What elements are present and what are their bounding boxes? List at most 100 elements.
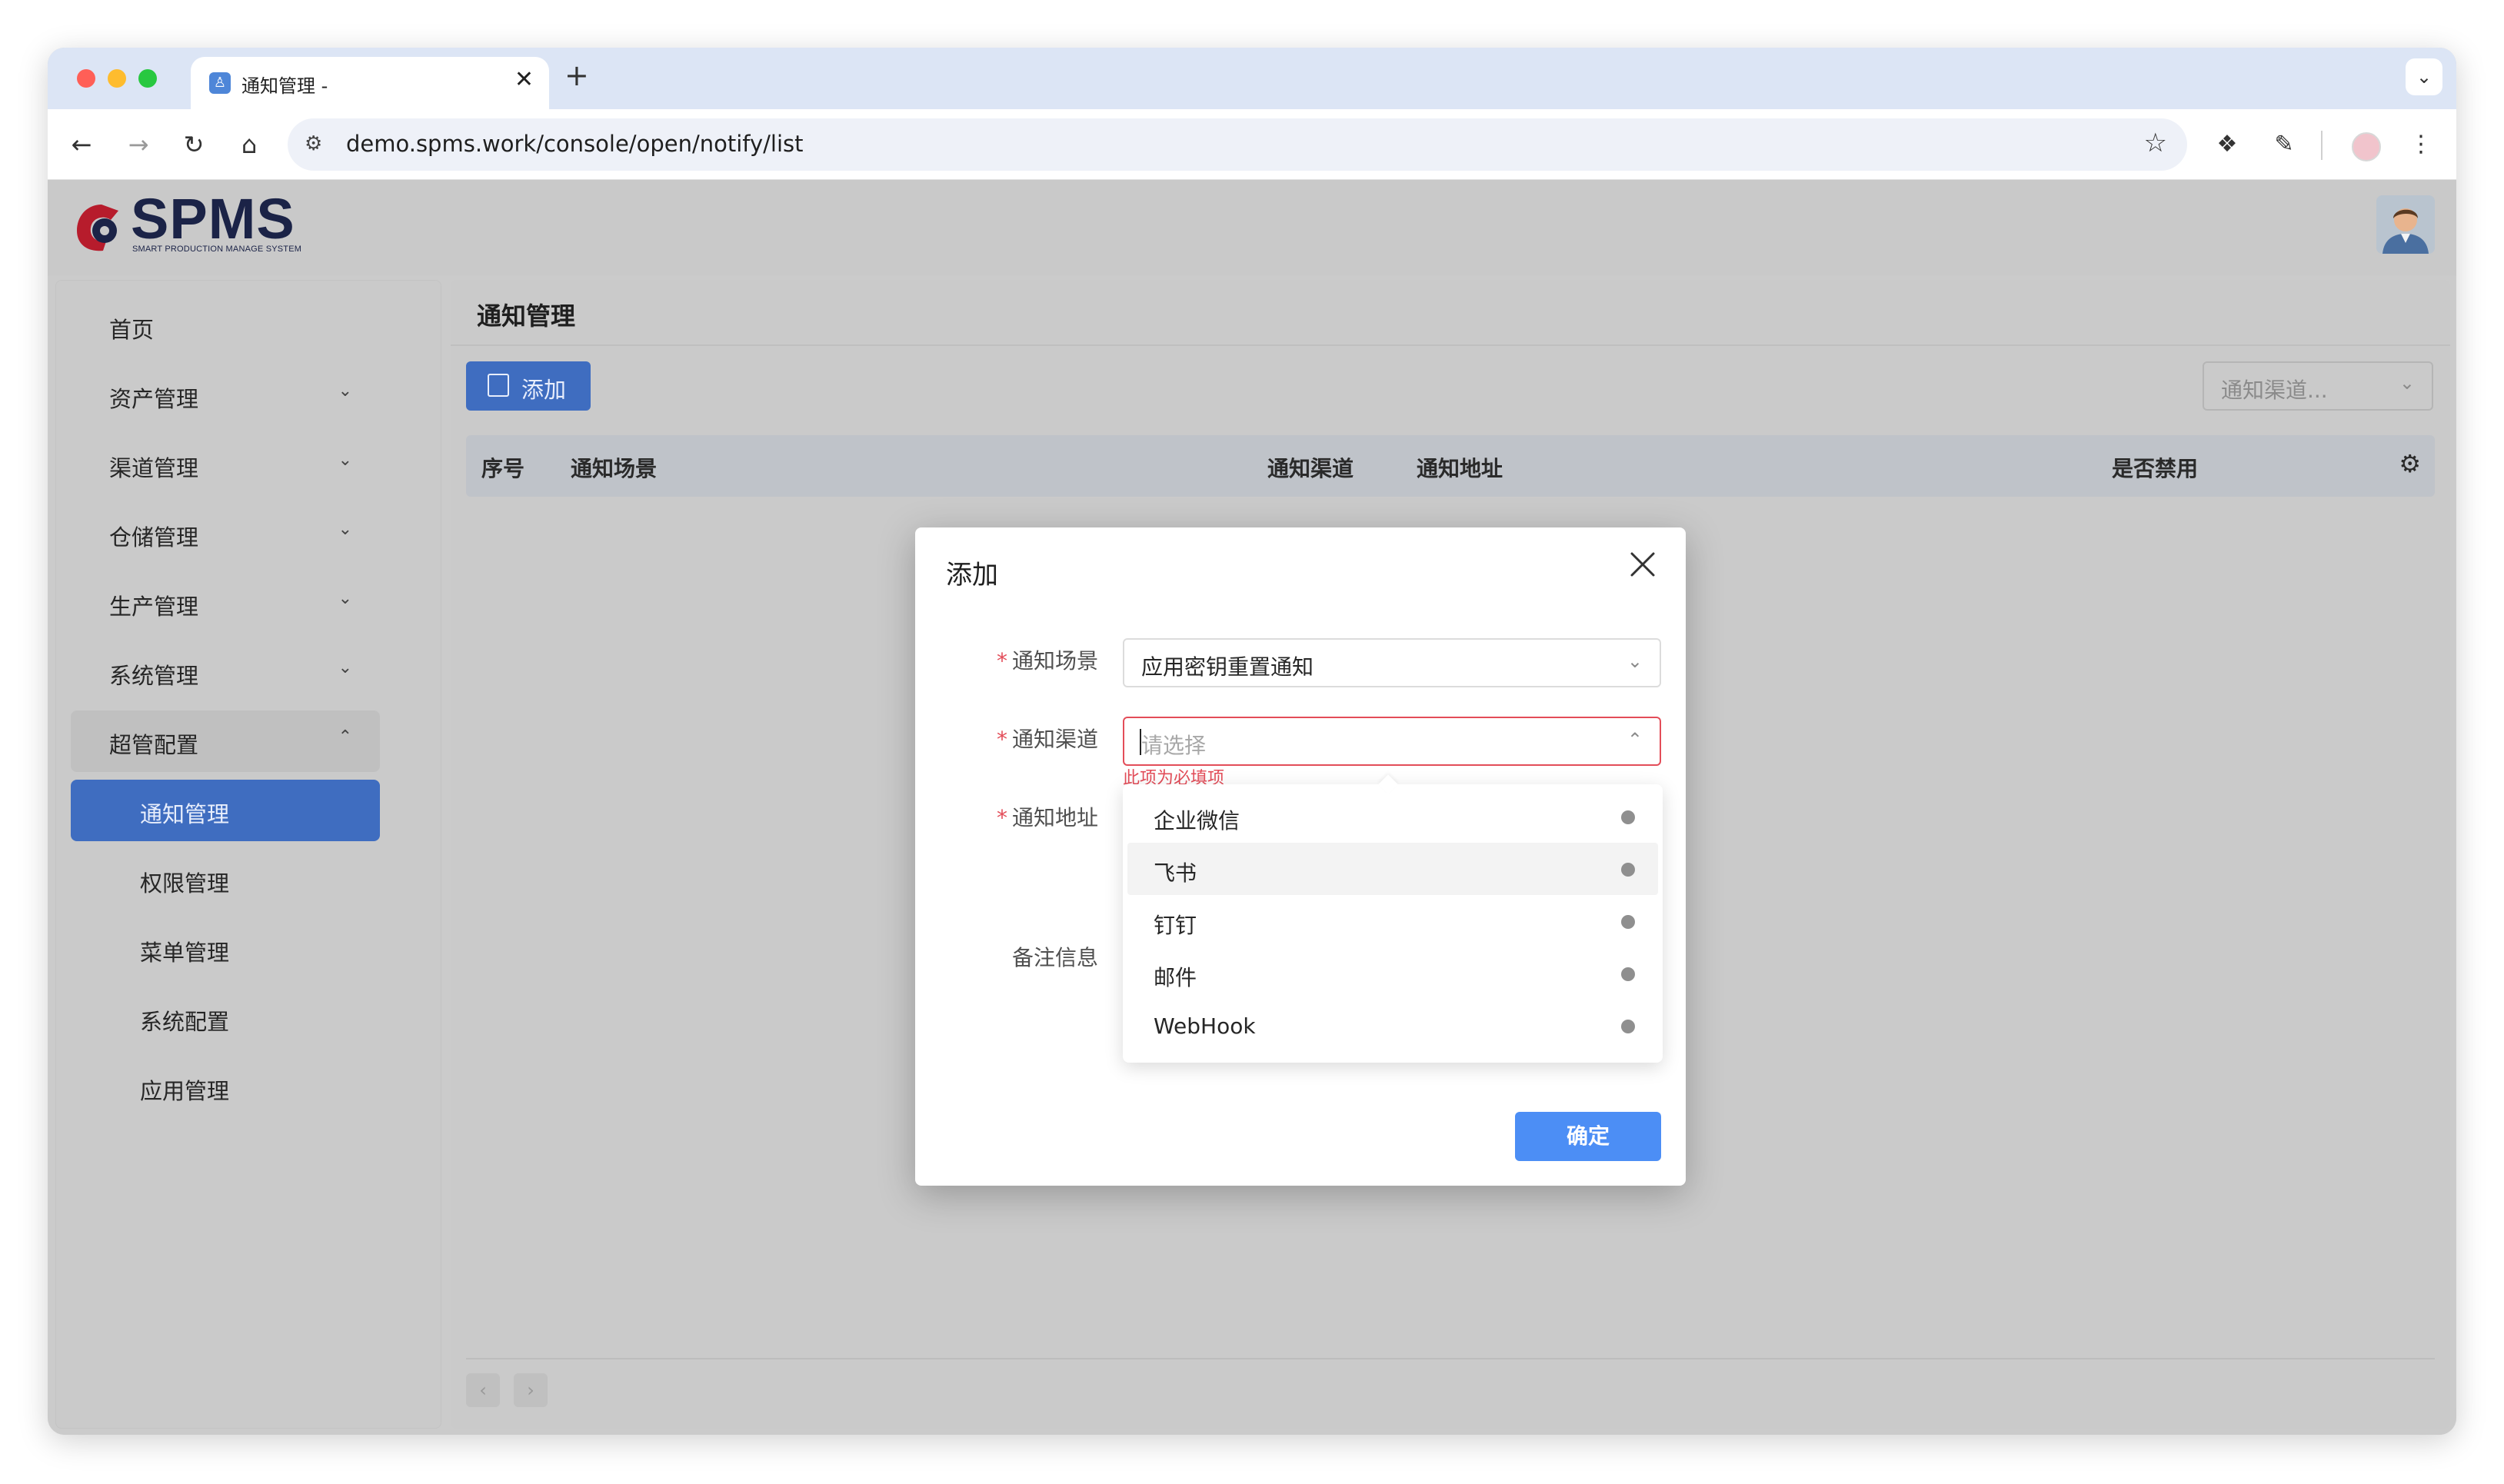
- required-marker: *: [996, 648, 1007, 674]
- option-label: 邮件: [1154, 965, 1197, 990]
- channel-option-email[interactable]: 邮件: [1127, 947, 1658, 1000]
- add-dialog: 添加 * 通知场景 应用密钥重置通知 ⌄ * 通知渠道 请选择 ⌃ 此项为必填项 *…: [915, 527, 1686, 1186]
- option-label: 钉钉: [1154, 913, 1197, 938]
- column-header-disabled[interactable]: 是否禁用: [2112, 452, 2198, 483]
- status-dot-icon: [1621, 967, 1635, 981]
- field-label-scene: * 通知场景: [915, 644, 1098, 675]
- browser-toolbar: ← → ↻ ⌂ ⚙ demo.spms.work/console/open/no…: [48, 109, 2456, 180]
- sidebar-item-label: 菜单管理: [140, 940, 230, 966]
- channel-option-dingtalk[interactable]: 钉钉: [1127, 895, 1658, 947]
- sidebar-item-label: 资产管理: [109, 386, 199, 412]
- browser-tab[interactable]: ♙ 通知管理 - ✕: [191, 57, 549, 109]
- column-header-index[interactable]: 序号: [481, 452, 524, 483]
- column-header-channel[interactable]: 通知渠道: [1267, 452, 1354, 483]
- reload-icon[interactable]: ↻: [174, 125, 214, 165]
- add-button-label: 添加: [521, 377, 567, 403]
- add-button[interactable]: 添加: [466, 361, 591, 411]
- sidebar-item-label: 生产管理: [109, 594, 199, 620]
- channel-select-placeholder: 请选择: [1141, 733, 1207, 758]
- logo-subtitle: SMART PRODUCTION MANAGE SYSTEM: [132, 245, 302, 254]
- channel-dropdown: 企业微信 飞书 钉钉 邮件 WebHook: [1123, 774, 1663, 1063]
- spms-logo[interactable]: SPMS SMART PRODUCTION MANAGE SYSTEM: [69, 187, 323, 258]
- sidebar-item-apps[interactable]: 应用管理: [71, 1056, 380, 1118]
- channel-select[interactable]: 请选择 ⌃: [1123, 717, 1661, 766]
- tab-close-icon[interactable]: ✕: [514, 66, 534, 93]
- field-label-remarks: 备注信息: [915, 941, 1098, 972]
- logo-mark-icon: [77, 205, 118, 251]
- column-settings-gear-icon[interactable]: ⚙: [2399, 449, 2421, 478]
- status-dot-icon: [1621, 810, 1635, 824]
- user-avatar[interactable]: [2376, 195, 2435, 254]
- sidebar-item-label: 应用管理: [140, 1078, 230, 1104]
- column-header-address[interactable]: 通知地址: [1417, 452, 1503, 483]
- home-icon[interactable]: ⌂: [229, 125, 269, 165]
- sidebar-item-super-admin[interactable]: 超管配置 ⌃: [71, 710, 380, 772]
- channel-option-wecom[interactable]: 企业微信: [1127, 790, 1658, 843]
- profile-icon[interactable]: [2352, 132, 2381, 161]
- sidebar-item-notify[interactable]: 通知管理: [71, 780, 380, 841]
- pager-prev-button[interactable]: ‹: [466, 1373, 500, 1407]
- scene-select[interactable]: 应用密钥重置通知 ⌄: [1123, 638, 1661, 687]
- text-caret: [1140, 729, 1141, 755]
- sidebar-item-warehouse[interactable]: 仓储管理 ⌄: [71, 503, 380, 564]
- app-header: SPMS SMART PRODUCTION MANAGE SYSTEM: [48, 180, 2456, 275]
- field-label-text: 备注信息: [1011, 945, 1098, 970]
- channel-option-webhook[interactable]: WebHook: [1127, 1000, 1658, 1052]
- field-label-text: 通知渠道: [1011, 727, 1098, 752]
- required-marker: *: [996, 727, 1007, 752]
- chevron-down-icon: ⌄: [338, 381, 352, 401]
- address-bar[interactable]: ⚙ demo.spms.work/console/open/notify/lis…: [288, 118, 2187, 171]
- chevron-down-icon: ⌄: [338, 658, 352, 677]
- status-dot-icon: [1621, 1020, 1635, 1033]
- chevron-down-icon: ⌄: [1627, 650, 1643, 672]
- sidebar-item-permissions[interactable]: 权限管理: [71, 849, 380, 910]
- option-label: 飞书: [1154, 860, 1197, 886]
- bookmark-star-icon[interactable]: ☆: [2144, 128, 2167, 158]
- puzzle-icon[interactable]: ✎: [2264, 125, 2304, 165]
- new-tab-button[interactable]: +: [564, 58, 589, 92]
- sidebar-item-production[interactable]: 生产管理 ⌄: [71, 572, 380, 634]
- avatar-person-icon: [2376, 195, 2435, 254]
- sidebar-nav: 首页 资产管理 ⌄ 渠道管理 ⌄ 仓储管理 ⌄ 生产管理 ⌄ 系统管理 ⌄ 超管…: [55, 280, 441, 1429]
- status-dot-icon: [1621, 915, 1635, 929]
- minimize-window-button[interactable]: [108, 69, 126, 88]
- more-menu-icon[interactable]: ⋮: [2401, 125, 2441, 165]
- site-settings-icon[interactable]: ⚙: [305, 132, 322, 155]
- tab-search-button[interactable]: ⌄: [2406, 58, 2442, 95]
- sidebar-item-system-config[interactable]: 系统配置: [71, 987, 380, 1049]
- extension-icon[interactable]: ❖: [2207, 125, 2247, 165]
- scene-select-value: 应用密钥重置通知: [1141, 654, 1314, 680]
- chevron-down-icon: ⌄: [2399, 372, 2415, 394]
- sidebar-item-label: 权限管理: [140, 870, 230, 897]
- pager-divider: [466, 1358, 2435, 1359]
- sidebar-item-label: 渠道管理: [109, 455, 199, 481]
- channel-filter-select[interactable]: 通知渠道... ⌄: [2203, 361, 2433, 411]
- sidebar-item-label: 系统管理: [109, 663, 199, 689]
- chevron-up-icon: ⌃: [338, 727, 352, 747]
- sidebar-item-system[interactable]: 系统管理 ⌄: [71, 641, 380, 703]
- tab-title: 通知管理 -: [241, 75, 328, 97]
- pager-next-button[interactable]: ›: [514, 1373, 548, 1407]
- sidebar-item-menus[interactable]: 菜单管理: [71, 918, 380, 980]
- browser-window: ♙ 通知管理 - ✕ + ⌄ ← → ↻ ⌂ ⚙ demo.spms.work/…: [48, 48, 2456, 1435]
- close-icon[interactable]: [1627, 549, 1658, 580]
- dialog-title: 添加: [946, 560, 998, 591]
- table-header: 序号 通知场景 通知渠道 通知地址 是否禁用 ⚙: [466, 435, 2435, 497]
- sidebar-item-channels[interactable]: 渠道管理 ⌄: [71, 434, 380, 495]
- required-marker: *: [996, 805, 1007, 830]
- sidebar-item-home[interactable]: 首页: [71, 295, 380, 357]
- back-icon[interactable]: ←: [62, 125, 102, 165]
- sidebar-item-assets[interactable]: 资产管理 ⌄: [71, 364, 380, 426]
- forward-icon[interactable]: →: [118, 125, 158, 165]
- close-window-button[interactable]: [77, 69, 95, 88]
- url-text[interactable]: demo.spms.work/console/open/notify/list: [346, 131, 804, 157]
- option-label: WebHook: [1154, 1013, 1256, 1039]
- column-header-scene[interactable]: 通知场景: [571, 452, 657, 483]
- sidebar-item-label: 系统配置: [140, 1009, 230, 1035]
- title-divider: [451, 344, 2450, 346]
- status-dot-icon: [1621, 863, 1635, 877]
- logo-text: SPMS: [131, 187, 295, 251]
- channel-option-feishu[interactable]: 飞书: [1127, 843, 1658, 895]
- zoom-window-button[interactable]: [138, 69, 157, 88]
- confirm-button[interactable]: 确定: [1515, 1112, 1661, 1161]
